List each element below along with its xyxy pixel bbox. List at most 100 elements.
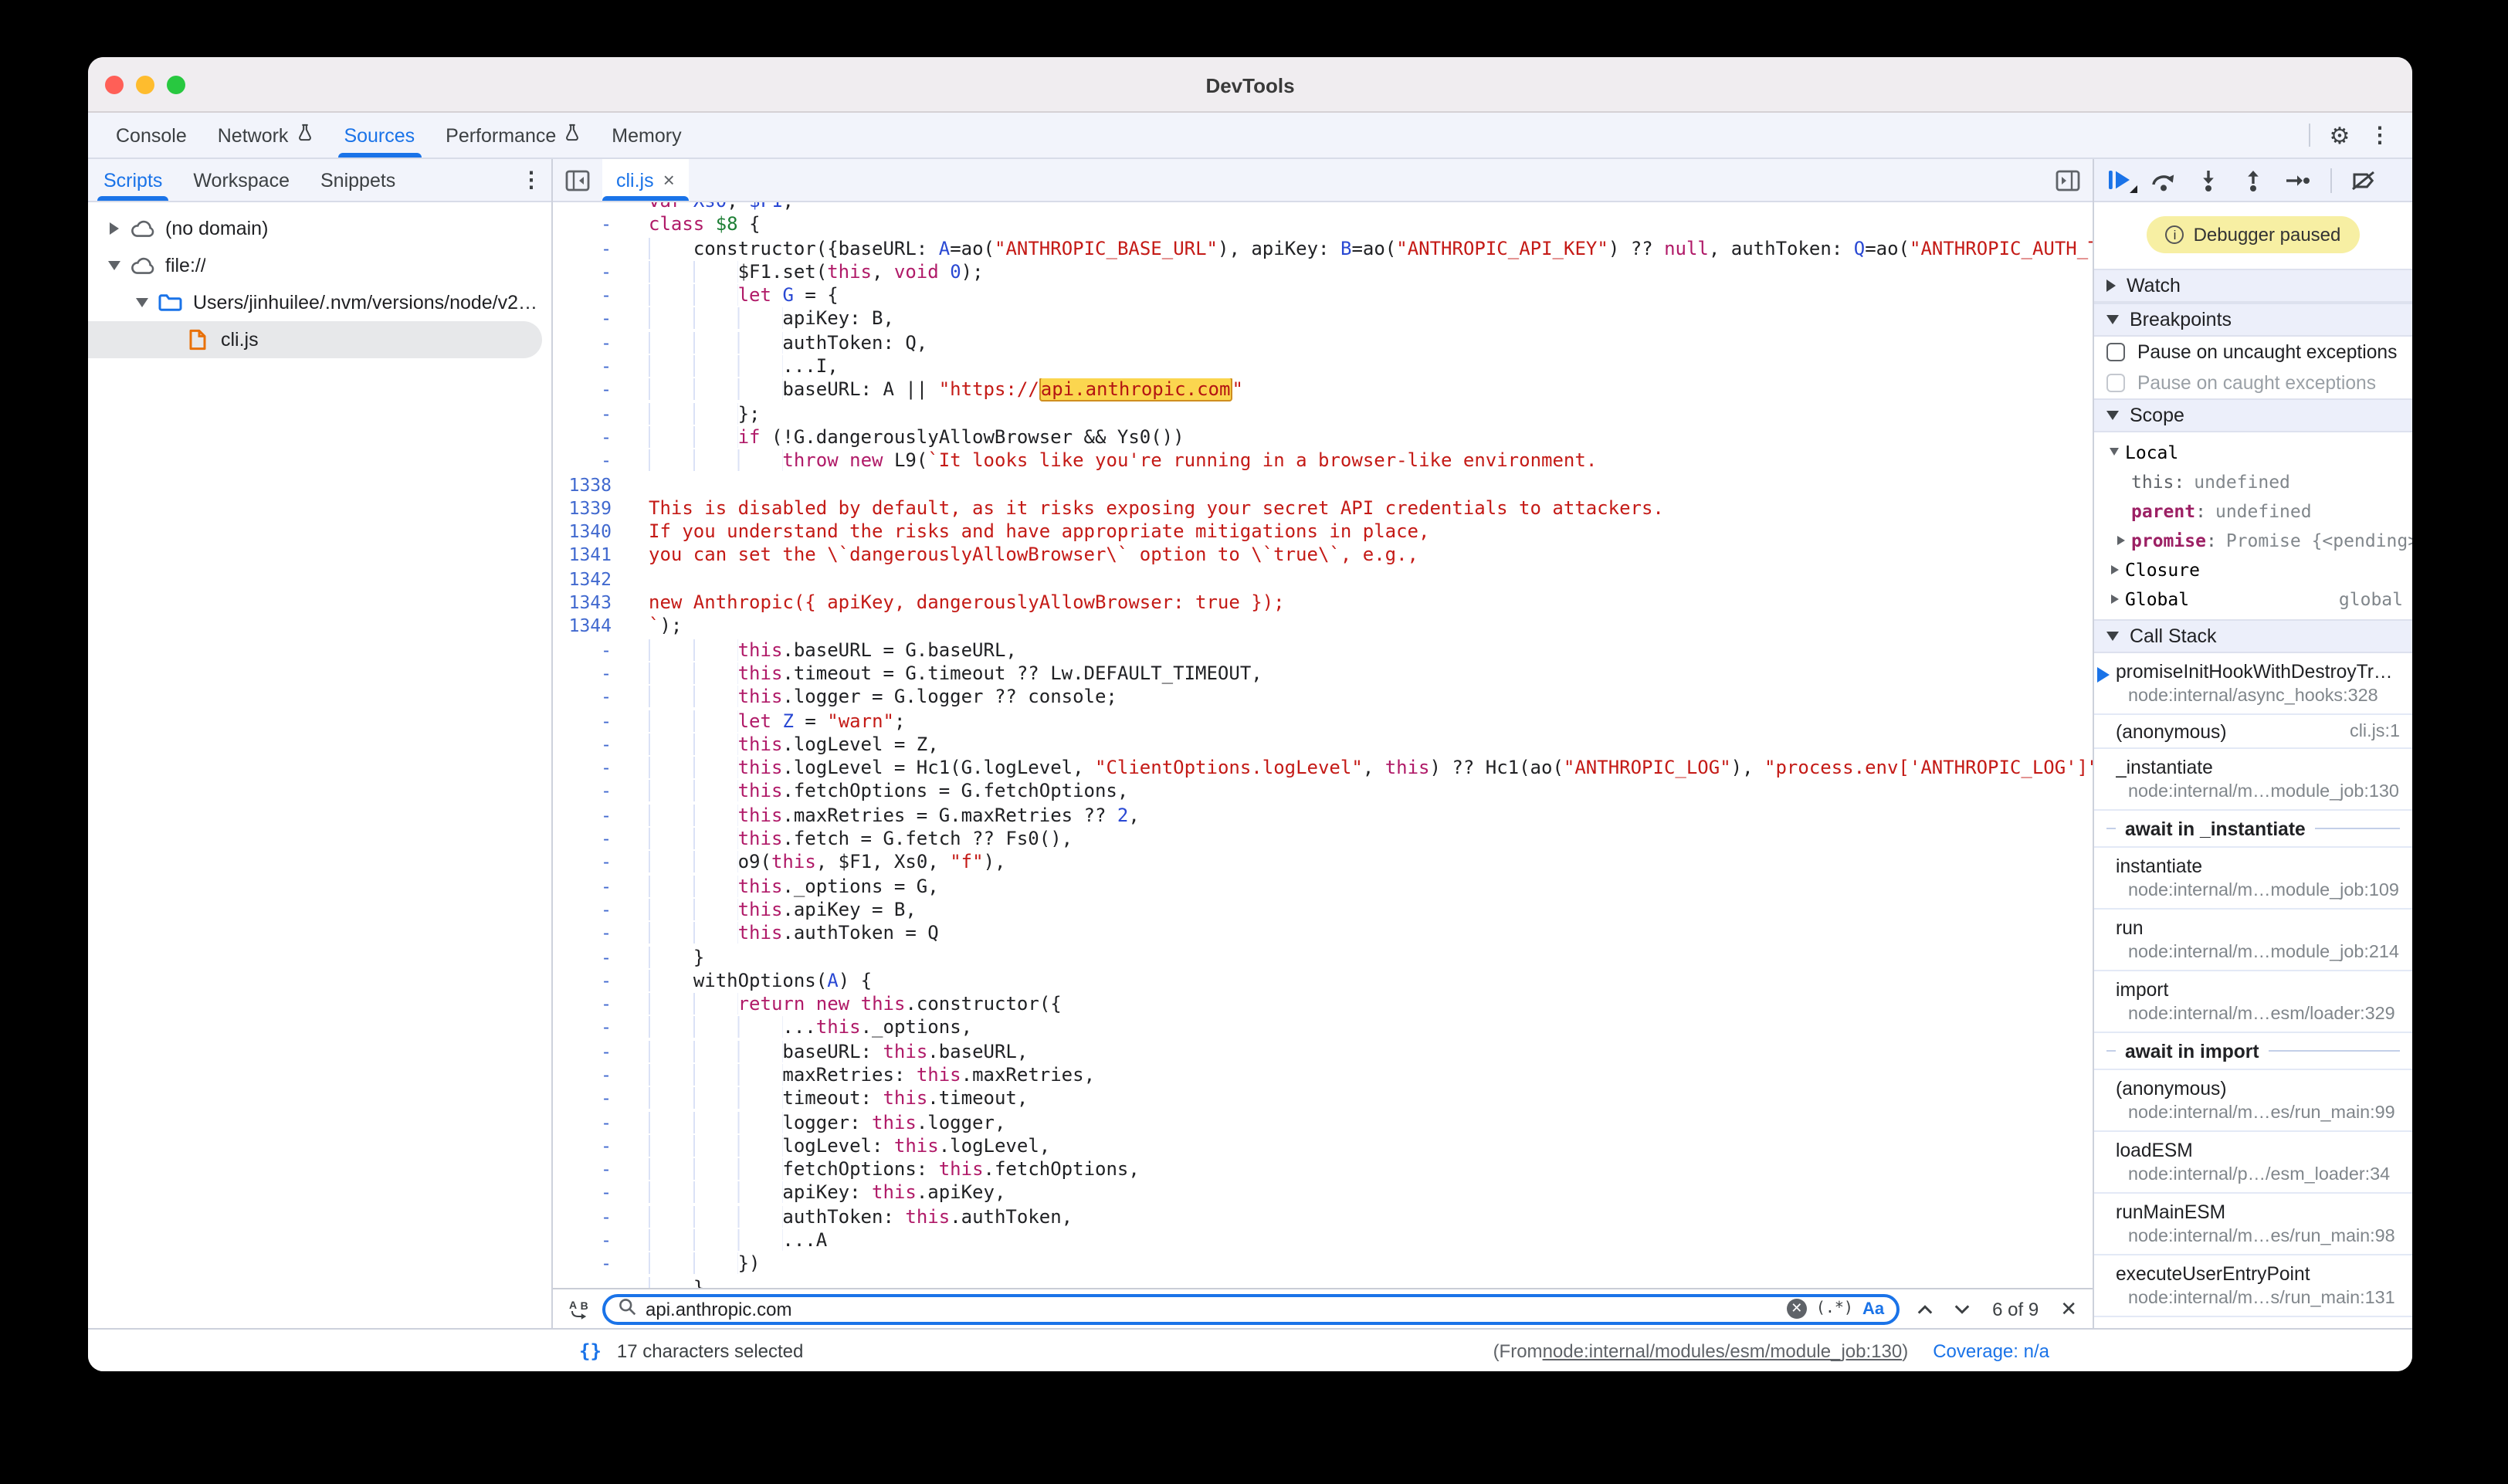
code-line[interactable]: - this._options = G, bbox=[553, 875, 2093, 899]
code-line[interactable]: - baseURL: A || "https://api.anthropic.c… bbox=[553, 379, 2093, 403]
call-stack-frame[interactable]: promiseInitHookWithDestroyTr…node:intern… bbox=[2094, 653, 2412, 715]
scope-property-promise[interactable]: promise:Promise {<pending>} bbox=[2094, 525, 2412, 554]
scope-group-closure[interactable]: Closure bbox=[2094, 554, 2412, 584]
section-breakpoints[interactable]: Breakpoints bbox=[2094, 303, 2412, 337]
scope-property-this[interactable]: this:undefined bbox=[2094, 466, 2412, 496]
code-line[interactable]: - ...this._options, bbox=[553, 1017, 2093, 1041]
code-line[interactable]: 1342 bbox=[553, 568, 2093, 592]
code-line[interactable]: - apiKey: B, bbox=[553, 308, 2093, 332]
code-line[interactable]: - this.baseURL = G.baseURL, bbox=[553, 639, 2093, 662]
code-editor[interactable]: var Xs0, $F1;-class $8 {- constructor({b… bbox=[553, 202, 2093, 1288]
minimize-window-button[interactable] bbox=[136, 76, 154, 94]
call-stack-frame[interactable]: runnode:internal/m…module_job:214 bbox=[2094, 910, 2412, 971]
code-line[interactable]: 1344`); bbox=[553, 615, 2093, 639]
tree-item--no-domain-[interactable]: (no domain) bbox=[88, 210, 551, 247]
more-options-icon[interactable]: ⋮ bbox=[2360, 113, 2400, 158]
call-stack-frame[interactable]: instantiatenode:internal/m…module_job:10… bbox=[2094, 848, 2412, 910]
code-line[interactable]: 1343new Anthropic({ apiKey, dangerouslyA… bbox=[553, 591, 2093, 615]
code-line[interactable]: - if (!G.dangerouslyAllowBrowser && Ys0(… bbox=[553, 426, 2093, 450]
tab-sources[interactable]: Sources bbox=[328, 113, 430, 158]
checkbox[interactable] bbox=[2106, 343, 2125, 361]
code-line[interactable]: - let G = { bbox=[553, 284, 2093, 308]
call-stack-frame[interactable]: (anonymous)cli.js:1 bbox=[2094, 715, 2412, 749]
call-stack-frame[interactable]: (anonymous)node:internal/m…es/run_main:9… bbox=[2094, 1070, 2412, 1132]
replace-toggle-icon[interactable]: AB bbox=[568, 1298, 590, 1320]
code-line[interactable]: - $F1.set(this, void 0); bbox=[553, 261, 2093, 285]
tree-item-cli-js[interactable]: cli.js bbox=[88, 321, 542, 358]
scope-group-global[interactable]: Globalglobal bbox=[2094, 584, 2412, 613]
tab-performance[interactable]: Performance bbox=[430, 113, 596, 158]
show-debugger-sidebar-icon[interactable] bbox=[2043, 159, 2093, 201]
section-scope[interactable]: Scope bbox=[2094, 398, 2412, 432]
tab-scripts[interactable]: Scripts bbox=[88, 159, 178, 201]
code-line[interactable]: - constructor({baseURL: A=ao("ANTHROPIC_… bbox=[553, 237, 2093, 261]
code-line[interactable]: - this.logLevel = Hc1(G.logLevel, "Clien… bbox=[553, 757, 2093, 781]
code-line[interactable]: - o9(this, $F1, Xs0, "f"), bbox=[553, 852, 2093, 876]
code-line[interactable]: - maxRetries: this.maxRetries, bbox=[553, 1064, 2093, 1088]
code-line[interactable]: - this.timeout = G.timeout ?? Lw.DEFAULT… bbox=[553, 662, 2093, 686]
search-input[interactable]: api.anthropic.com ✕ (.*) Aa bbox=[602, 1293, 1900, 1324]
chevron-right-icon[interactable] bbox=[2103, 564, 2125, 574]
code-line[interactable]: - this.logger = G.logger ?? console; bbox=[553, 686, 2093, 710]
code-line[interactable]: - this.apiKey = B, bbox=[553, 899, 2093, 923]
next-match-icon[interactable] bbox=[1949, 1303, 1974, 1315]
code-line[interactable]: 1340If you understand the risks and have… bbox=[553, 520, 2093, 544]
code-line[interactable]: - ...A bbox=[553, 1229, 2093, 1253]
from-source-link[interactable]: node:internal/modules/esm/module_job:130 bbox=[1543, 1340, 1903, 1361]
settings-gear-icon[interactable]: ⚙ bbox=[2320, 113, 2360, 158]
chevron-down-icon[interactable] bbox=[100, 261, 128, 270]
tab-snippets[interactable]: Snippets bbox=[305, 159, 411, 201]
call-stack-frame[interactable]: _instantiatenode:internal/m…module_job:1… bbox=[2094, 749, 2412, 811]
step-into-button[interactable] bbox=[2196, 169, 2221, 191]
code-line[interactable]: - apiKey: this.apiKey, bbox=[553, 1182, 2093, 1206]
code-line[interactable]: - ...I, bbox=[553, 355, 2093, 379]
code-line[interactable]: - }; bbox=[553, 402, 2093, 426]
code-line[interactable]: - } bbox=[553, 1276, 2093, 1288]
call-stack-frame[interactable]: importnode:internal/m…esm/loader:329 bbox=[2094, 971, 2412, 1033]
tab-network[interactable]: Network bbox=[202, 113, 329, 158]
code-line[interactable]: - logger: this.logger, bbox=[553, 1111, 2093, 1135]
deactivate-breakpoints-button[interactable] bbox=[2352, 169, 2377, 191]
call-stack-frame[interactable]: loadESMnode:internal/p…/esm_loader:34 bbox=[2094, 1132, 2412, 1194]
code-line[interactable]: - withOptions(A) { bbox=[553, 970, 2093, 994]
tab-workspace[interactable]: Workspace bbox=[178, 159, 305, 201]
step-button[interactable] bbox=[2286, 171, 2310, 189]
code-line[interactable]: - authToken: Q, bbox=[553, 332, 2093, 356]
scope-group-local[interactable]: Local bbox=[2094, 437, 2412, 466]
scope-property-parent[interactable]: parent:undefined bbox=[2094, 496, 2412, 525]
chevron-down-icon[interactable] bbox=[128, 298, 156, 307]
chevron-right-icon[interactable] bbox=[100, 222, 128, 235]
zoom-window-button[interactable] bbox=[167, 76, 185, 94]
code-line[interactable]: - this.maxRetries = G.maxRetries ?? 2, bbox=[553, 804, 2093, 828]
tree-item-file-[interactable]: file:// bbox=[88, 247, 551, 284]
code-line[interactable]: 1341you can set the \`dangerouslyAllowBr… bbox=[553, 544, 2093, 568]
close-tab-icon[interactable]: × bbox=[663, 168, 675, 191]
step-out-button[interactable] bbox=[2241, 169, 2266, 191]
step-over-button[interactable] bbox=[2151, 169, 2176, 191]
previous-match-icon[interactable] bbox=[1912, 1303, 1937, 1315]
code-line[interactable]: 1338 bbox=[553, 473, 2093, 497]
pretty-print-icon[interactable]: {} bbox=[579, 1340, 602, 1361]
file-tab-clijs[interactable]: cli.js × bbox=[602, 159, 689, 201]
code-line[interactable]: - } bbox=[553, 946, 2093, 970]
section-watch[interactable]: Watch bbox=[2094, 269, 2412, 303]
code-line[interactable]: - timeout: this.timeout, bbox=[553, 1088, 2093, 1112]
breakpoint-option[interactable]: Pause on caught exceptions bbox=[2094, 368, 2412, 398]
code-line[interactable]: - this.fetch = G.fetch ?? Fs0(), bbox=[553, 828, 2093, 852]
call-stack-frame[interactable]: executeUserEntryPointnode:internal/m…s/r… bbox=[2094, 1255, 2412, 1317]
tab-memory[interactable]: Memory bbox=[596, 113, 696, 158]
code-line[interactable]: - return new this.constructor({ bbox=[553, 993, 2093, 1017]
close-find-bar-icon[interactable]: ✕ bbox=[2060, 1296, 2077, 1321]
match-case-toggle[interactable]: Aa bbox=[1862, 1299, 1884, 1318]
breakpoint-option[interactable]: Pause on uncaught exceptions bbox=[2094, 337, 2412, 368]
resume-script-button[interactable] bbox=[2108, 170, 2131, 190]
chevron-right-icon[interactable] bbox=[2103, 594, 2125, 603]
hide-navigator-icon[interactable] bbox=[553, 159, 602, 201]
code-line[interactable]: - logLevel: this.logLevel, bbox=[553, 1135, 2093, 1159]
window-titlebar[interactable]: DevTools bbox=[88, 57, 2412, 113]
search-query[interactable]: api.anthropic.com bbox=[646, 1298, 1778, 1320]
code-line[interactable]: - authToken: this.authToken, bbox=[553, 1206, 2093, 1230]
sidebar-more-options-icon[interactable]: ⋮ bbox=[511, 159, 551, 201]
code-line[interactable]: -class $8 { bbox=[553, 214, 2093, 238]
call-stack-frame[interactable]: (anonymous)node:internal/m…main_module:2 bbox=[2094, 1317, 2412, 1328]
